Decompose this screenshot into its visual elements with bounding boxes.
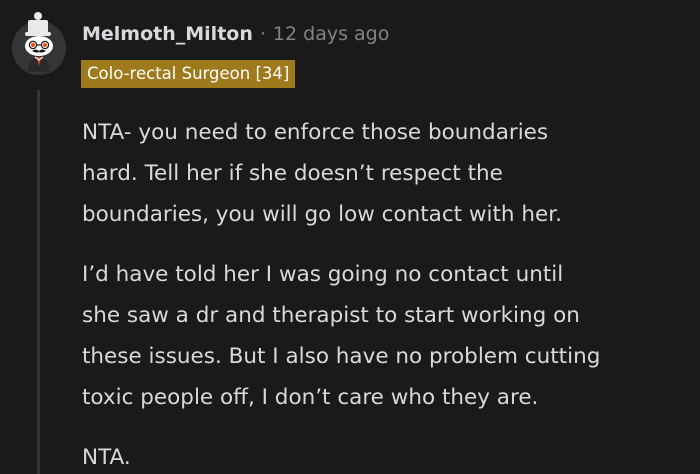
thread-line[interactable] — [37, 90, 40, 474]
comment: Melmoth_Milton · 12 days ago Colo-rectal… — [0, 0, 700, 474]
comment-paragraph: NTA- you need to enforce those boundarie… — [82, 120, 562, 227]
avatar[interactable] — [8, 10, 70, 76]
comment-paragraph: I’d have told her I was going no contact… — [82, 262, 601, 410]
username-link[interactable]: Melmoth_Milton — [82, 23, 253, 45]
comment-meta: Melmoth_Milton · 12 days ago — [82, 21, 389, 47]
snoo-avatar-icon — [12, 12, 66, 75]
timestamp[interactable]: 12 days ago — [273, 23, 389, 45]
meta-separator: · — [259, 23, 266, 45]
comment-body: NTA- you need to enforce those boundarie… — [82, 112, 692, 474]
comment-paragraph: NTA. — [82, 445, 131, 470]
user-flair: Colo-rectal Surgeon [34] — [81, 60, 296, 88]
